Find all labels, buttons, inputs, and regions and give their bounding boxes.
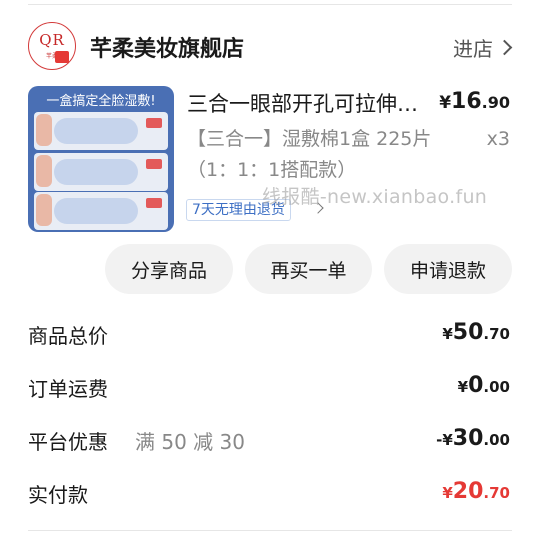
top-divider	[28, 4, 512, 5]
watermark: 线报酷-new.xianbao.fun	[262, 186, 488, 208]
rebuy-button[interactable]: 再买一单	[245, 244, 372, 294]
product-image-panel	[34, 192, 168, 230]
enter-shop-link[interactable]: 进店	[453, 33, 513, 62]
shop-logo-text: QR	[39, 31, 65, 49]
chart-bar-icon	[55, 51, 69, 63]
product-thumbnail[interactable]: 一盒搞定全脸湿敷!	[28, 86, 174, 232]
platform-discount-label: 平台优惠	[28, 430, 108, 454]
total-price-value: ¥50.70	[442, 320, 510, 345]
platform-discount-value: -¥30.00	[436, 426, 510, 451]
paid-amount-value: ¥20.70	[442, 479, 510, 504]
product-image-panel	[34, 112, 168, 150]
product-image-panel	[34, 153, 168, 191]
shipping-fee-label: 订单运费	[28, 377, 108, 401]
bottom-divider	[28, 530, 512, 531]
platform-discount-desc: 满 50 减 30	[135, 430, 245, 454]
product-image-banner: 一盒搞定全脸湿敷!	[46, 94, 156, 109]
total-price-label: 商品总价	[28, 324, 108, 348]
paid-amount-label: 实付款	[28, 483, 88, 507]
product-title[interactable]: 三合一眼部开孔可拉伸湿敷棉	[187, 88, 427, 118]
share-product-button[interactable]: 分享商品	[105, 244, 233, 294]
shop-name[interactable]: 芊柔美妆旗舰店	[90, 31, 244, 63]
chevron-right-icon	[496, 39, 513, 56]
product-quantity: x3	[486, 128, 510, 150]
shipping-fee-value: ¥0.00	[457, 373, 510, 398]
request-refund-button[interactable]: 申请退款	[384, 244, 512, 294]
product-spec: 【三合一】湿敷棉1盒 225片（1：1：1搭配款）	[187, 128, 432, 181]
product-price: ¥16.90	[439, 89, 510, 114]
enter-shop-label: 进店	[453, 37, 493, 61]
shop-logo[interactable]: QR 芊柔	[28, 22, 76, 70]
